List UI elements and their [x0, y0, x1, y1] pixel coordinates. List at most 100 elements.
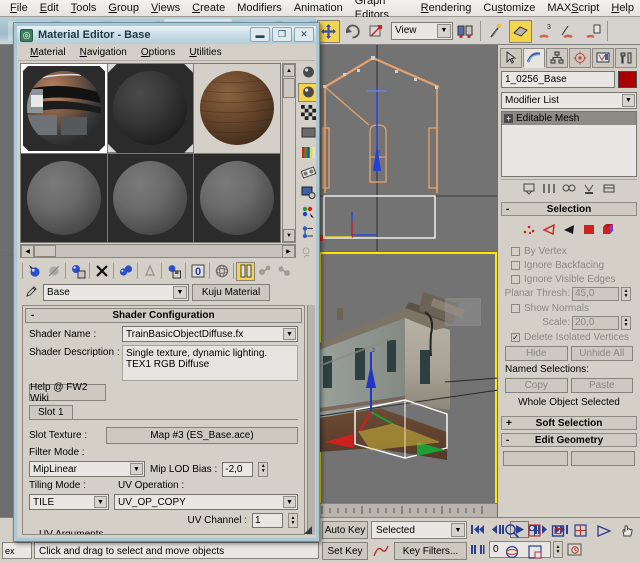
menu-create[interactable]: Create — [186, 0, 231, 16]
me-menu-utilities[interactable]: Utilities — [182, 47, 228, 58]
vertex-icon[interactable] — [522, 223, 536, 239]
hide-button[interactable]: Hide — [505, 346, 568, 361]
selection-rollout-header[interactable]: - Selection — [501, 202, 637, 216]
element-icon[interactable] — [602, 223, 617, 239]
ignore-visible-edges-checkbox[interactable] — [511, 275, 520, 284]
make-unique-icon[interactable] — [140, 262, 159, 281]
show-end-result-icon[interactable] — [542, 182, 556, 198]
front-viewport[interactable]: z — [319, 45, 497, 251]
edge-icon[interactable] — [542, 223, 556, 239]
show-normals-checkbox-row[interactable]: Show Normals — [503, 301, 635, 315]
show-end-result-icon[interactable] — [236, 262, 255, 281]
chevron-down-icon[interactable]: ▼ — [283, 328, 296, 340]
create-button[interactable] — [503, 451, 568, 466]
stack-item-editable-mesh[interactable]: + Editable Mesh — [502, 112, 636, 125]
zoom-icon[interactable] — [500, 520, 523, 541]
use-pivot-point-center-icon[interactable] — [454, 20, 477, 43]
by-vertex-checkbox[interactable] — [511, 247, 520, 256]
ignore-visible-edges-checkbox-row[interactable]: Ignore Visible Edges — [503, 272, 635, 286]
menu-edit[interactable]: Edit — [34, 0, 65, 16]
hierarchy-tab[interactable] — [546, 48, 568, 68]
angle-snap-toggle-icon[interactable]: 3 — [533, 20, 556, 43]
me-menu-material[interactable]: Material — [23, 47, 73, 58]
chevron-down-icon[interactable]: ▼ — [130, 463, 143, 475]
close-icon[interactable]: ✕ — [294, 27, 314, 42]
make-unique-icon[interactable] — [562, 182, 576, 198]
chevron-down-icon[interactable]: ▼ — [437, 24, 451, 38]
zoom-extents-icon[interactable] — [546, 520, 569, 541]
scroll-thumb[interactable] — [34, 245, 56, 257]
auto-key-button[interactable]: Auto Key — [322, 521, 368, 539]
delete-isolated-vertices-checkbox[interactable]: ✓ — [511, 333, 520, 342]
configure-modifier-sets-icon[interactable] — [602, 182, 616, 198]
menu-views[interactable]: Views — [145, 0, 186, 16]
ignore-backfacing-checkbox-row[interactable]: Ignore Backfacing — [503, 258, 635, 272]
backlight-icon[interactable] — [298, 83, 318, 102]
me-menu-navigation[interactable]: Navigation — [73, 47, 134, 58]
key-filters-button[interactable]: Key Filters... — [394, 542, 467, 560]
rollout-scroll-gutter[interactable] — [307, 305, 315, 535]
zoom-all-icon[interactable] — [523, 520, 546, 541]
select-and-rotate-icon[interactable] — [341, 20, 364, 43]
menu-customize[interactable]: Customize — [477, 0, 541, 16]
menu-group[interactable]: Group — [102, 0, 145, 16]
mip-lod-bias-spinner[interactable]: ▲▼ — [258, 462, 268, 477]
scroll-down-icon[interactable]: ▼ — [283, 229, 295, 242]
tab-slot-1[interactable]: Slot 1 — [29, 405, 73, 419]
uv-channel-spinner[interactable]: ▲▼ — [288, 513, 298, 528]
chevron-down-icon[interactable]: ▼ — [283, 496, 296, 508]
me-menu-options[interactable]: Options — [134, 47, 182, 58]
eyedropper-icon[interactable] — [20, 285, 40, 300]
display-tab[interactable] — [592, 48, 614, 68]
material-editor-title-bar[interactable]: ◎ Material Editor - Base ▬ ❐ ✕ — [17, 26, 316, 44]
sample-slot-6[interactable] — [194, 154, 280, 243]
sample-type-icon[interactable] — [298, 63, 318, 82]
background-checker-icon[interactable] — [298, 103, 318, 122]
sample-slot-2[interactable] — [108, 64, 194, 153]
sample-slot-3[interactable] — [194, 64, 280, 153]
menu-file[interactable]: File — [4, 0, 34, 16]
expand-icon[interactable]: + — [504, 114, 513, 123]
spinner-snap-toggle-icon[interactable] — [581, 20, 604, 43]
object-name-field[interactable]: 1_0256_Base — [501, 71, 615, 88]
utilities-tab[interactable] — [615, 48, 637, 68]
menu-animation[interactable]: Animation — [288, 0, 349, 16]
menu-rendering[interactable]: Rendering — [415, 0, 478, 16]
slot-texture-button[interactable]: Map #3 (ES_Base.ace) — [106, 427, 298, 444]
material-editor-window[interactable]: ◎ Material Editor - Base ▬ ❐ ✕ Material … — [13, 22, 320, 542]
by-vertex-checkbox-row[interactable]: By Vertex — [503, 244, 635, 258]
delete-isolated-vertices-row[interactable]: ✓ Delete Isolated Vertices — [503, 330, 635, 344]
paste-button[interactable]: Paste — [571, 378, 634, 393]
menu-help[interactable]: Help — [605, 0, 640, 16]
chevron-down-icon[interactable]: ▼ — [94, 496, 107, 508]
ignore-backfacing-checkbox[interactable] — [511, 261, 520, 270]
menu-maxscript[interactable]: MAXScript — [541, 0, 605, 16]
sample-slot-horizontal-scrollbar[interactable]: ◀ ▶ — [20, 244, 296, 258]
scale-field[interactable]: 20,0 — [572, 316, 619, 330]
unhide-all-button[interactable]: Unhide All — [571, 346, 634, 361]
coordinate-display[interactable]: ex — [2, 542, 32, 559]
go-to-parent-icon[interactable] — [255, 262, 274, 281]
sample-slot-5[interactable] — [108, 154, 194, 243]
key-mode-toggle-icon[interactable] — [468, 541, 487, 558]
sample-slot-1[interactable] — [21, 64, 107, 153]
sample-uv-tiling-icon[interactable] — [298, 123, 318, 142]
show-map-in-viewport-icon[interactable] — [212, 262, 231, 281]
edit-geometry-rollout-header[interactable]: - Edit Geometry — [501, 433, 637, 447]
planar-thresh-spinner[interactable]: ▲▼ — [621, 287, 631, 301]
make-material-copy-icon[interactable] — [116, 262, 135, 281]
zoom-extents-all-icon[interactable] — [569, 520, 592, 541]
select-and-scale-icon[interactable] — [365, 20, 388, 43]
uv-channel-field[interactable]: 1 — [252, 513, 283, 528]
uv-operation-combo[interactable]: UV_OP_COPY ▼ — [114, 494, 298, 510]
shader-name-combo[interactable]: TrainBasicObjectDiffuse.fx ▼ — [122, 326, 298, 342]
set-key-filters-curve-icon[interactable] — [371, 542, 391, 560]
object-color-swatch[interactable] — [618, 71, 637, 88]
material-effects-channel-icon[interactable]: 0 — [188, 262, 207, 281]
tiling-mode-combo[interactable]: TILE ▼ — [29, 494, 109, 510]
chevron-down-icon[interactable]: ▼ — [173, 286, 187, 299]
mip-lod-bias-field[interactable]: -2,0 — [222, 462, 253, 477]
material-type-button[interactable]: Kuju Material — [192, 284, 270, 301]
create-tab[interactable] — [500, 48, 522, 68]
select-and-manipulate-icon[interactable] — [485, 20, 508, 43]
